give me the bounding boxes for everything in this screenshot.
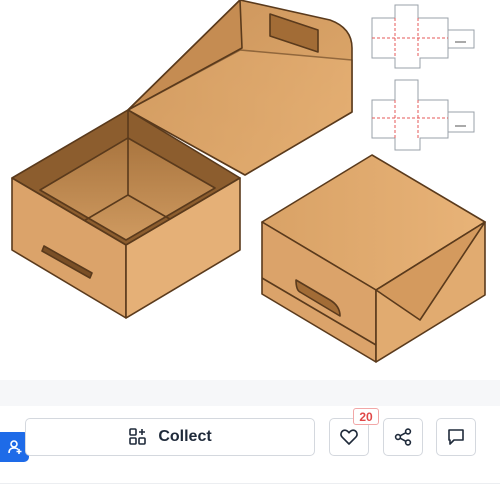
preview-image bbox=[0, 0, 500, 380]
add-to-collection-icon bbox=[129, 428, 147, 445]
like-count-badge: 20 bbox=[353, 408, 379, 425]
section-divider bbox=[0, 380, 500, 406]
comment-button[interactable] bbox=[436, 418, 476, 456]
collect-button[interactable]: Collect bbox=[25, 418, 315, 456]
heart-icon bbox=[340, 429, 358, 445]
comment-icon bbox=[448, 429, 464, 445]
share-icon bbox=[394, 428, 412, 446]
closed-box bbox=[261, 154, 486, 363]
user-add-icon bbox=[7, 440, 21, 454]
action-bar: Collect 20 bbox=[0, 406, 500, 500]
dieline-template-2 bbox=[371, 79, 475, 151]
box-dieline-illustration bbox=[11, 0, 486, 363]
dieline-template-1 bbox=[371, 4, 475, 69]
collect-label: Collect bbox=[158, 428, 212, 445]
share-button[interactable] bbox=[383, 418, 423, 456]
bottom-divider bbox=[0, 483, 500, 484]
